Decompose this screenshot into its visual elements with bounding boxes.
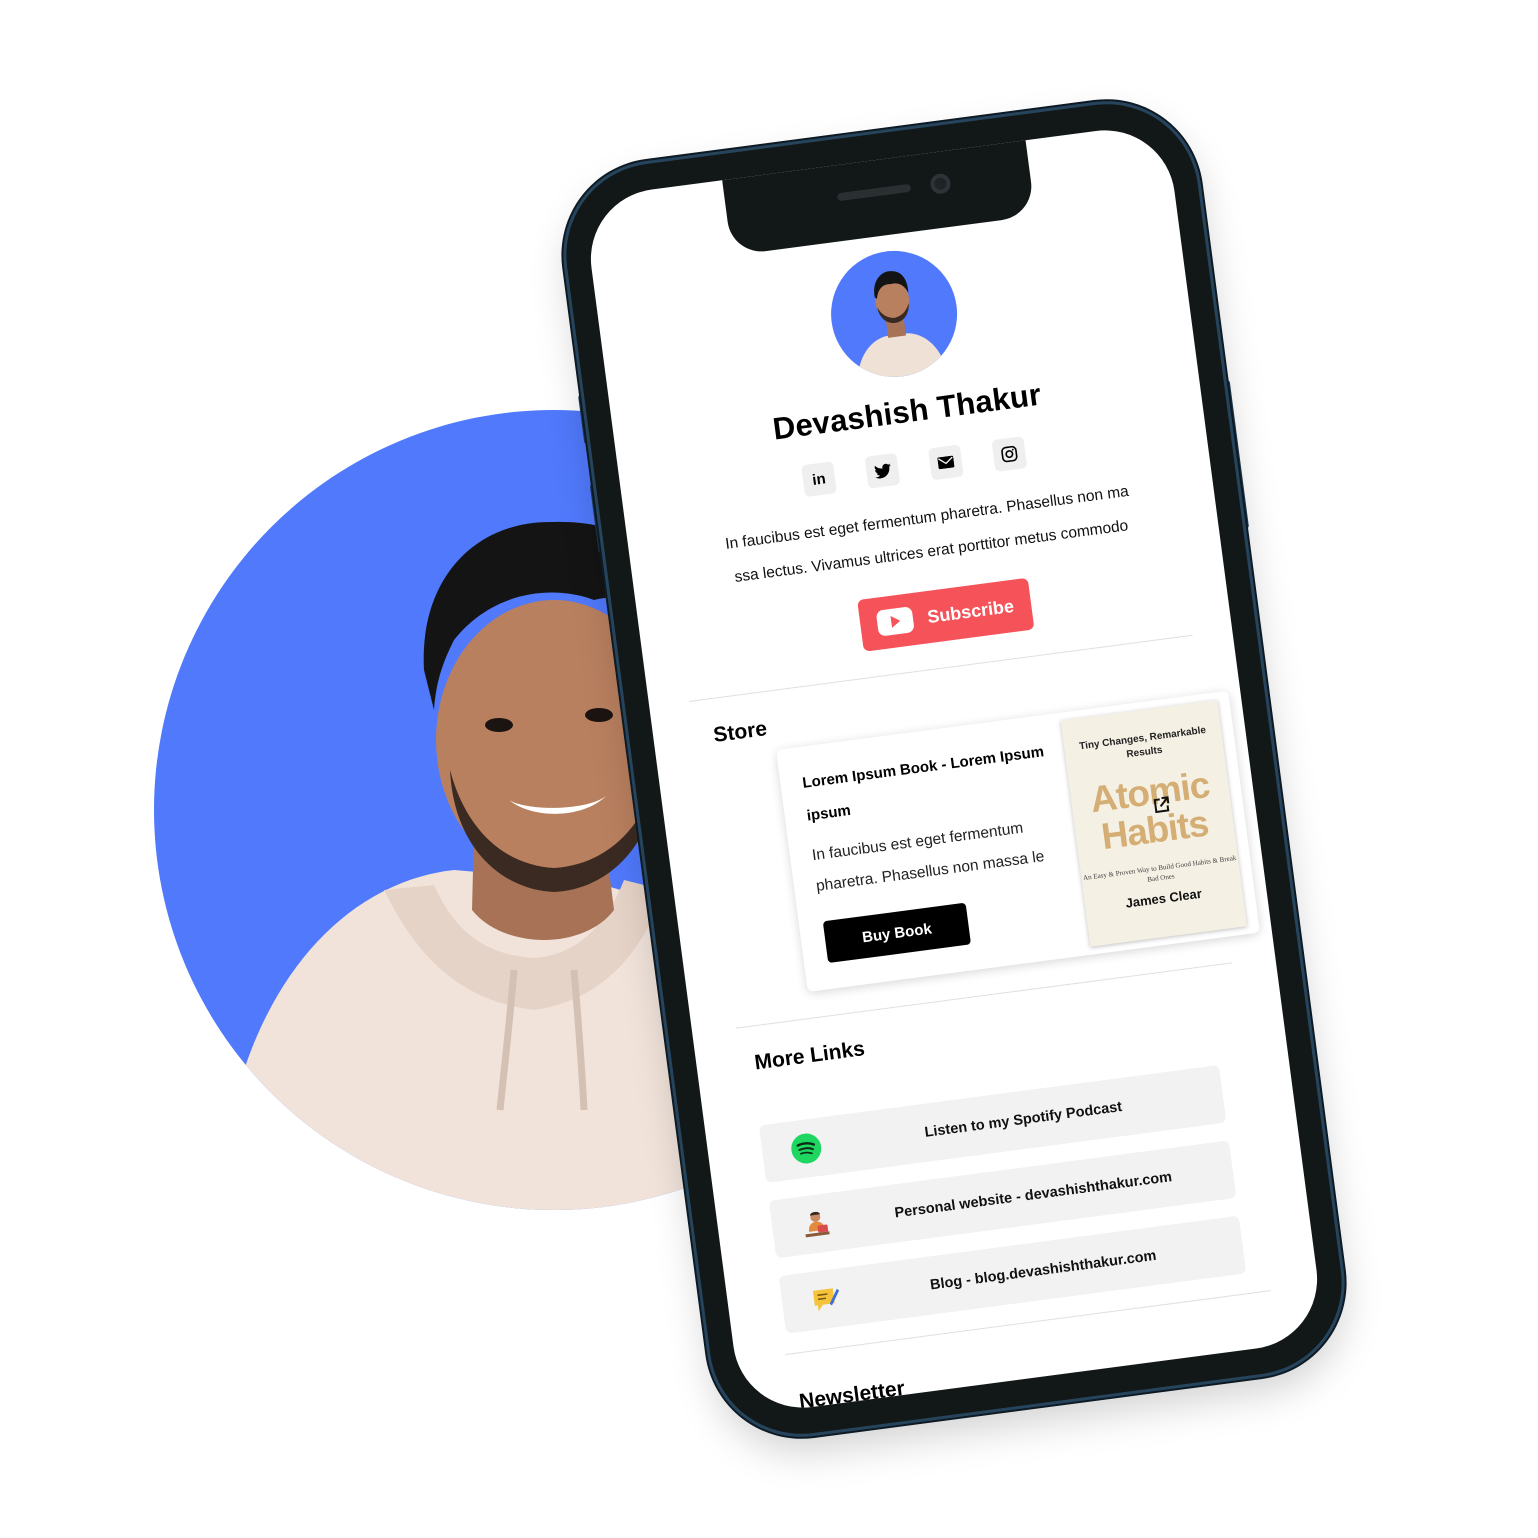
book-title: Atomic Habits	[1087, 764, 1212, 858]
store-title: Store	[712, 717, 769, 747]
phone-frame: Devashish Thakur in In faucibus est eget…	[555, 92, 1353, 1446]
person-at-desk-icon	[798, 1206, 834, 1242]
mail-icon[interactable]	[927, 444, 964, 481]
subscribe-label: Subscribe	[926, 595, 1015, 627]
twitter-icon[interactable]	[864, 452, 901, 489]
message-pen-icon	[808, 1281, 844, 1317]
book-tagline: Tiny Changes, Remarkable Results	[1078, 724, 1207, 761]
avatar	[823, 243, 965, 385]
phone-notch	[721, 138, 1036, 256]
front-camera	[929, 172, 952, 195]
phone-screen: Devashish Thakur in In faucibus est eget…	[582, 121, 1326, 1417]
youtube-icon	[876, 606, 916, 637]
external-link-icon[interactable]	[1151, 795, 1171, 815]
more-links-list: Listen to my Spotify Podcast Personal we…	[758, 1064, 1249, 1352]
linkedin-icon[interactable]: in	[801, 461, 837, 498]
more-links-title: More Links	[753, 1037, 867, 1075]
speaker-grille	[836, 183, 912, 202]
newsletter-title: Newsletter	[797, 1376, 907, 1414]
buy-book-button[interactable]: Buy Book	[822, 902, 972, 964]
linkedin-label: in	[811, 469, 827, 489]
divider	[688, 634, 1193, 703]
product-info: Lorem Ipsum Book - Lorem Ipsum ipsum In …	[800, 733, 1076, 902]
subscribe-button[interactable]: Subscribe	[857, 577, 1035, 652]
instagram-icon[interactable]	[991, 436, 1028, 473]
spotify-icon	[788, 1131, 824, 1167]
store-product-card: Lorem Ipsum Book - Lorem Ipsum ipsum In …	[776, 690, 1260, 992]
book-cover[interactable]: Tiny Changes, Remarkable Results Atomic …	[1060, 700, 1248, 947]
